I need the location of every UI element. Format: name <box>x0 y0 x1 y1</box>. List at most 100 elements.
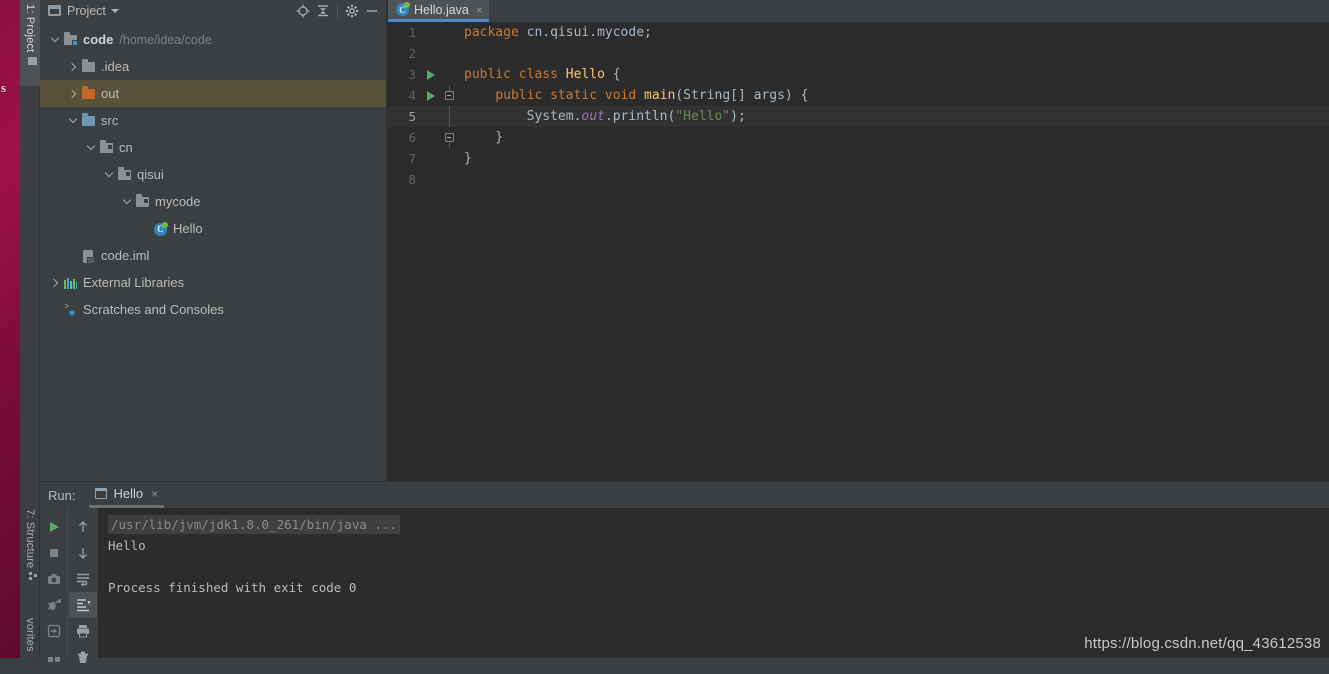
chevron-down-icon[interactable] <box>102 168 116 182</box>
line-number: 5 <box>388 106 422 127</box>
fold-marker[interactable] <box>440 85 458 106</box>
structure-icon <box>29 572 37 580</box>
folder-icon <box>28 57 37 65</box>
panel-divider[interactable] <box>386 0 388 481</box>
run-tab-hello[interactable]: Hello × <box>89 482 164 508</box>
tree-item-label: Hello <box>173 221 203 236</box>
run-gutter-icon[interactable] <box>422 85 440 106</box>
code-line[interactable]: 4 public static void main(String[] args)… <box>388 85 1329 106</box>
sidebar-tab-project[interactable]: 1: Project <box>20 0 40 86</box>
tree-spacer <box>138 222 152 236</box>
tree-spacer <box>48 303 62 317</box>
tree-item-label: src <box>101 113 118 128</box>
close-icon[interactable]: × <box>476 4 483 16</box>
tree-item-label: code <box>83 32 113 47</box>
code-line[interactable]: 2 <box>388 43 1329 64</box>
stop-button[interactable] <box>40 540 68 566</box>
close-icon[interactable]: × <box>151 487 158 501</box>
chevron-down-icon[interactable] <box>111 9 119 13</box>
code-line[interactable]: 3public class Hello { <box>388 64 1329 85</box>
scroll-to-end-button[interactable] <box>69 592 97 618</box>
soft-wrap-button[interactable] <box>69 566 97 592</box>
project-tree[interactable]: code/home/idea/code.ideaoutsrccnqisuimyc… <box>40 22 388 481</box>
fold-empty <box>440 43 458 64</box>
tree-item-code-iml[interactable]: code.iml <box>40 242 388 269</box>
code-line[interactable]: 5 System.out.println("Hello"); <box>388 106 1329 127</box>
iml-file-icon <box>80 248 98 264</box>
tree-item-hello[interactable]: CHello <box>40 215 388 242</box>
tree-item-src[interactable]: src <box>40 107 388 134</box>
tree-item-label: mycode <box>155 194 201 209</box>
line-number: 4 <box>388 85 422 106</box>
fold-empty <box>440 64 458 85</box>
gutter-empty <box>422 106 440 127</box>
line-number: 2 <box>388 43 422 64</box>
locate-icon[interactable] <box>293 1 313 21</box>
down-stack-button[interactable] <box>69 540 97 566</box>
run-panel-header: Run: Hello × <box>40 482 1329 508</box>
tree-item-label: qisui <box>137 167 164 182</box>
code-editor[interactable]: 1package cn.qisui.mycode;23public class … <box>388 22 1329 481</box>
watermark: https://blog.csdn.net/qq_43612538 <box>1084 635 1321 652</box>
sidebar-tab-structure[interactable]: 7: Structure <box>20 505 40 605</box>
tree-item-label: out <box>101 86 119 101</box>
tree-item-qisui[interactable]: qisui <box>40 161 388 188</box>
editor-tab-bar: C Hello.java × <box>388 0 1329 22</box>
run-gutter-icon[interactable] <box>422 64 440 85</box>
tree-item-label: External Libraries <box>83 275 184 290</box>
left-tool-window-stripe: 1: Project 7: Structure vorites <box>20 0 40 658</box>
rerun-button[interactable] <box>40 514 68 540</box>
tree-item-path: /home/idea/code <box>119 33 211 47</box>
up-stack-button[interactable] <box>69 514 97 540</box>
code-text: public static void main(String[] args) { <box>458 85 1329 106</box>
code-line[interactable]: 8 <box>388 169 1329 190</box>
wallpaper-glyph: s <box>1 80 6 96</box>
fold-empty <box>440 148 458 169</box>
tree-item-code[interactable]: code/home/idea/code <box>40 26 388 53</box>
tree-item-label: Scratches and Consoles <box>83 302 224 317</box>
code-line[interactable]: 7} <box>388 148 1329 169</box>
chevron-right-icon[interactable] <box>48 276 62 290</box>
gutter-empty <box>422 22 440 43</box>
chevron-down-icon[interactable] <box>48 33 62 47</box>
run-toolbar-right <box>69 508 97 658</box>
chevron-right-icon[interactable] <box>66 87 80 101</box>
tree-item-mycode[interactable]: mycode <box>40 188 388 215</box>
tree-item-out[interactable]: out <box>40 80 388 107</box>
project-panel-title: Project <box>67 4 106 18</box>
console-output-line <box>108 556 1329 577</box>
sidebar-tab-favorites-label: vorites <box>24 618 36 652</box>
code-line[interactable]: 6 } <box>388 127 1329 148</box>
tree-item-cn[interactable]: cn <box>40 134 388 161</box>
folder-source-icon <box>80 113 98 129</box>
fold-marker[interactable] <box>440 127 458 148</box>
chevron-down-icon[interactable] <box>66 114 80 128</box>
project-window-icon <box>48 5 61 16</box>
code-line[interactable]: 1package cn.qisui.mycode; <box>388 22 1329 43</box>
package-icon <box>116 167 134 183</box>
collapse-all-icon[interactable] <box>313 1 333 21</box>
printer-button[interactable] <box>69 618 97 644</box>
layout-button[interactable] <box>40 644 68 670</box>
sidebar-tab-favorites[interactable]: vorites <box>20 614 40 674</box>
chevron-down-icon[interactable] <box>120 195 134 209</box>
code-text <box>458 43 1329 64</box>
code-text: public class Hello { <box>458 64 1329 85</box>
chevron-right-icon[interactable] <box>66 60 80 74</box>
libraries-icon <box>62 275 80 291</box>
tree-item-idea[interactable]: .idea <box>40 53 388 80</box>
line-number: 8 <box>388 169 422 190</box>
tree-item-external-libraries[interactable]: External Libraries <box>40 269 388 296</box>
chevron-down-icon[interactable] <box>84 141 98 155</box>
restore-layout-button[interactable] <box>40 592 68 618</box>
dump-threads-button[interactable] <box>40 566 68 592</box>
minimize-icon[interactable] <box>362 1 382 21</box>
fold-empty <box>440 22 458 43</box>
editor-tab-hello-java[interactable]: C Hello.java × <box>388 0 489 22</box>
gear-icon[interactable] <box>342 1 362 21</box>
trash-button[interactable] <box>69 644 97 670</box>
code-text: package cn.qisui.mycode; <box>458 22 1329 43</box>
fold-marker <box>440 106 458 127</box>
attach-button[interactable] <box>40 618 68 644</box>
tree-item-scratches-and-consoles[interactable]: Scratches and Consoles <box>40 296 388 323</box>
